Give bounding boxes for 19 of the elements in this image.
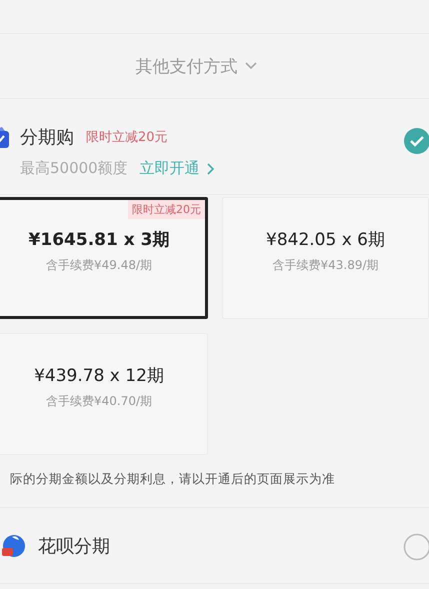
installment-plan-card[interactable]: ¥842.05 x 6期 含手续费¥43.89/期: [222, 197, 429, 319]
credit-limit-text: 最高50000额度: [20, 159, 128, 178]
plan-amount: ¥842.05 x 6期: [266, 229, 385, 251]
disclaimer-text: 际的分期金额以及分期利息，请以开通后的页面展示为准: [0, 455, 429, 508]
chevron-right-icon: [206, 162, 215, 174]
plan-fee: 含手续费¥49.48/期: [46, 257, 152, 274]
plan-amount: ¥1645.81 x 3期: [28, 229, 170, 251]
method-name: 花呗分期: [38, 534, 111, 558]
installment-plan-card[interactable]: ¥439.78 x 12期 含手续费¥40.70/期: [0, 333, 208, 455]
plan-amount: ¥439.78 x 12期: [34, 365, 164, 387]
installment-plan-card[interactable]: 限时立减20元 ¥1645.81 x 3期 含手续费¥49.48/期: [0, 197, 208, 319]
radio-icon[interactable]: [403, 532, 429, 560]
method-name: 分期购: [20, 126, 74, 149]
discount-badge: 限时立减20元: [128, 200, 205, 219]
plan-fee: 含手续费¥40.70/期: [46, 393, 152, 410]
promo-text: 限时立减20元: [86, 129, 168, 146]
chevron-down-icon: [244, 61, 258, 71]
checked-radio-icon[interactable]: [403, 127, 429, 155]
plan-fee: 含手续费¥43.89/期: [272, 257, 379, 274]
